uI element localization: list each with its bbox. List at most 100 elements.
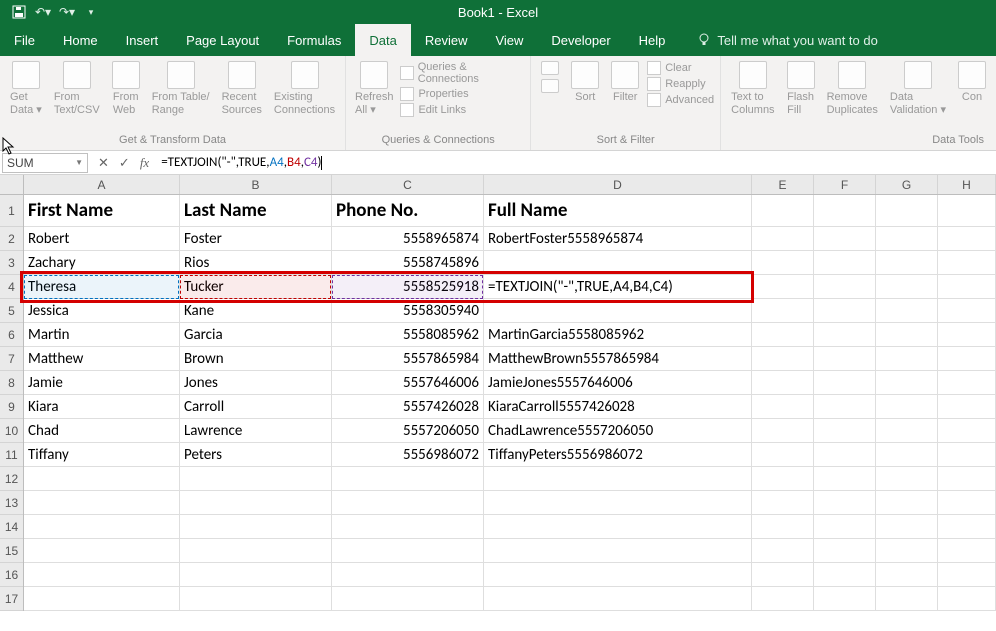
cell-D9[interactable]: KiaraCarroll5557426028 [484,395,752,419]
cell-E17[interactable] [752,587,814,611]
cell-C9[interactable]: 5557426028 [332,395,484,419]
menu-data[interactable]: Data [355,24,410,56]
spreadsheet-grid[interactable]: ABCDEFGH 1234567891011121314151617 First… [0,175,996,631]
cell-F1[interactable] [814,195,876,227]
fx-icon[interactable]: fx [140,155,157,171]
cell-G1[interactable] [876,195,938,227]
row-header-11[interactable]: 11 [0,443,23,467]
cell-E6[interactable] [752,323,814,347]
row-header-9[interactable]: 9 [0,395,23,419]
cell-B11[interactable]: Peters [180,443,332,467]
cell-C15[interactable] [332,539,484,563]
cell-B17[interactable] [180,587,332,611]
col-header-A[interactable]: A [24,175,180,194]
menu-view[interactable]: View [481,24,537,56]
cell-H14[interactable] [938,515,996,539]
cell-E10[interactable] [752,419,814,443]
cell-D6[interactable]: MartinGarcia5558085962 [484,323,752,347]
cell-F11[interactable] [814,443,876,467]
col-header-H[interactable]: H [938,175,996,194]
cell-E1[interactable] [752,195,814,227]
row-header-1[interactable]: 1 [0,195,23,227]
cell-H16[interactable] [938,563,996,587]
col-header-D[interactable]: D [484,175,752,194]
cell-G14[interactable] [876,515,938,539]
cell-G4[interactable] [876,275,938,299]
sort-button[interactable]: Sort [567,58,603,104]
cell-D11[interactable]: TiffanyPeters5556986072 [484,443,752,467]
col-header-C[interactable]: C [332,175,484,194]
cell-E13[interactable] [752,491,814,515]
redo-icon[interactable]: ↷▾ [58,3,76,21]
cell-A2[interactable]: Robert [24,227,180,251]
cell-C7[interactable]: 5557865984 [332,347,484,371]
menu-file[interactable]: File [0,24,49,56]
col-header-F[interactable]: F [814,175,876,194]
cell-F14[interactable] [814,515,876,539]
sort-az-button[interactable] [537,58,563,95]
cell-C12[interactable] [332,467,484,491]
row-header-5[interactable]: 5 [0,299,23,323]
row-header-17[interactable]: 17 [0,587,23,611]
cell-F12[interactable] [814,467,876,491]
cell-F5[interactable] [814,299,876,323]
cell-H13[interactable] [938,491,996,515]
cell-H10[interactable] [938,419,996,443]
cell-C14[interactable] [332,515,484,539]
cell-F6[interactable] [814,323,876,347]
row-header-3[interactable]: 3 [0,251,23,275]
enter-icon[interactable]: ✓ [119,155,130,171]
row-header-14[interactable]: 14 [0,515,23,539]
row-header-8[interactable]: 8 [0,371,23,395]
cell-E4[interactable] [752,275,814,299]
cell-A6[interactable]: Martin [24,323,180,347]
chevron-down-icon[interactable]: ▼ [75,158,83,167]
menu-developer[interactable]: Developer [537,24,624,56]
cell-B7[interactable]: Brown [180,347,332,371]
ribbon-remove-button[interactable]: Remove Duplicates [823,58,882,117]
cell-G17[interactable] [876,587,938,611]
cell-F13[interactable] [814,491,876,515]
ribbon-from-button[interactable]: From Web [108,58,144,117]
cell-C8[interactable]: 5557646006 [332,371,484,395]
formula-bar[interactable]: =TEXTJOIN("-",TRUE,A4,B4,C4) [157,155,996,170]
ribbon-data-button[interactable]: Data Validation ▾ [886,58,950,117]
cell-D12[interactable] [484,467,752,491]
cell-B2[interactable]: Foster [180,227,332,251]
cell-G7[interactable] [876,347,938,371]
cell-C5[interactable]: 5558305940 [332,299,484,323]
cell-B8[interactable]: Jones [180,371,332,395]
cell-B6[interactable]: Garcia [180,323,332,347]
cell-A1[interactable]: First Name [24,195,180,227]
cell-E14[interactable] [752,515,814,539]
name-box[interactable]: SUM ▼ [2,153,88,173]
refresh-all-button[interactable]: Refresh All ▾ [352,58,396,117]
cell-B12[interactable] [180,467,332,491]
undo-icon[interactable]: ↶▾ [34,3,52,21]
ribbon-queries---connections-button[interactable]: Queries & Connections [400,61,524,85]
cell-H5[interactable] [938,299,996,323]
cell-F3[interactable] [814,251,876,275]
cell-C10[interactable]: 5557206050 [332,419,484,443]
row-header-6[interactable]: 6 [0,323,23,347]
cell-B3[interactable]: Rios [180,251,332,275]
cell-F17[interactable] [814,587,876,611]
cell-D1[interactable]: Full Name [484,195,752,227]
cell-E16[interactable] [752,563,814,587]
cell-E8[interactable] [752,371,814,395]
column-headers[interactable]: ABCDEFGH [24,175,996,195]
cell-B10[interactable]: Lawrence [180,419,332,443]
cell-D16[interactable] [484,563,752,587]
cell-A16[interactable] [24,563,180,587]
row-header-15[interactable]: 15 [0,539,23,563]
cell-E15[interactable] [752,539,814,563]
menu-home[interactable]: Home [49,24,112,56]
save-icon[interactable] [10,3,28,21]
row-header-16[interactable]: 16 [0,563,23,587]
cell-B13[interactable] [180,491,332,515]
cell-F2[interactable] [814,227,876,251]
cell-B15[interactable] [180,539,332,563]
cell-H3[interactable] [938,251,996,275]
cell-D4[interactable]: =TEXTJOIN("-",TRUE,A4,B4,C4) [484,275,752,299]
menu-page-layout[interactable]: Page Layout [172,24,273,56]
